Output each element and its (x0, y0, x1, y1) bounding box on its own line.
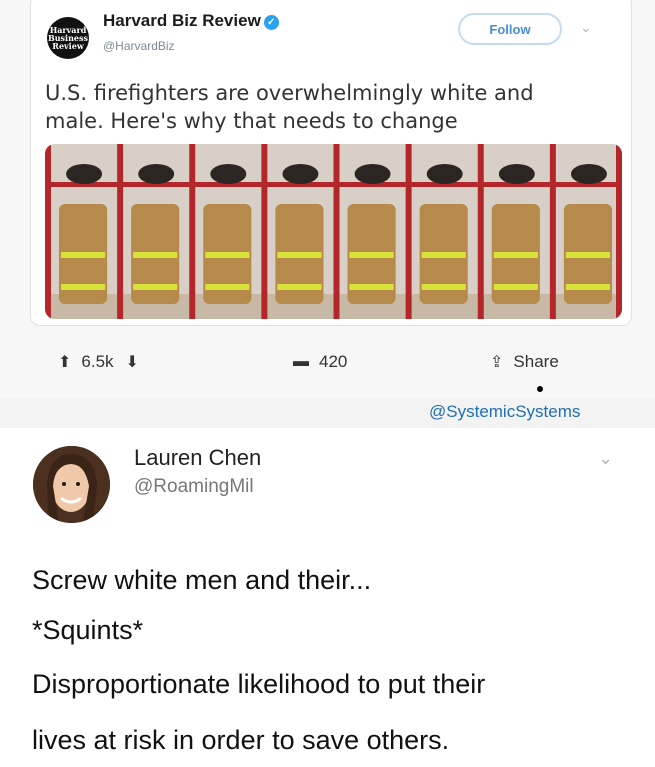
reddit-post: Harvard Business Review Harvard Biz Revi… (0, 0, 655, 421)
verified-badge-icon: ✓ (263, 15, 279, 30)
helmet (498, 164, 535, 184)
locker-post (616, 144, 622, 319)
comment-count: 420 (319, 352, 348, 371)
helmet (570, 164, 607, 184)
vote-count: 6.5k (81, 352, 114, 371)
reflective-stripe (493, 252, 538, 258)
reflective-stripe (493, 284, 538, 290)
avatar[interactable] (33, 446, 110, 523)
locker-post (189, 144, 196, 319)
reflective-stripe (133, 252, 178, 258)
account-handle: @HarvardBiz (103, 39, 175, 53)
helmet (66, 164, 103, 184)
reflective-stripe (349, 252, 394, 258)
embedded-tweet-card: Harvard Business Review Harvard Biz Revi… (30, 0, 632, 326)
lockers-illustration (45, 144, 622, 319)
follow-button[interactable]: Follow (458, 13, 562, 45)
downvote-arrow-icon[interactable]: ⬇ (126, 352, 139, 372)
locker-post (333, 144, 340, 319)
reflective-stripe (277, 284, 322, 290)
locker-post (477, 144, 484, 319)
reflective-stripe (565, 252, 610, 258)
reflective-stripe (205, 284, 250, 290)
helmet (354, 164, 391, 184)
avatar-image (33, 446, 110, 523)
tweet-line: *Squints* (32, 615, 144, 645)
author-handle: @RoamingMil (134, 476, 254, 497)
reflective-stripe (61, 284, 106, 290)
locker-post (45, 144, 51, 319)
author-name: Lauren Chen (134, 445, 262, 470)
reflective-stripe (61, 252, 106, 258)
helmet (138, 164, 175, 184)
reflective-stripe (565, 284, 610, 290)
comments-button[interactable]: ▬ 420 (293, 352, 347, 372)
reflective-stripe (349, 284, 394, 290)
tweet-line: Screw white men and their... (32, 565, 372, 595)
watermark: @SystemicSystems (429, 402, 581, 421)
locker-post (549, 144, 556, 319)
reflective-stripe (205, 252, 250, 258)
reflective-stripe (421, 284, 466, 290)
chevron-down-icon[interactable]: ⌄ (580, 19, 592, 36)
separator-dot (537, 386, 543, 392)
share-icon: ⇪ (490, 354, 504, 371)
tweet-line: lives at risk in order to save others. (32, 725, 450, 755)
reflective-stripe (421, 252, 466, 258)
vote-controls: ⬆ 6.5k ⬇ (58, 352, 149, 372)
reflective-stripe (277, 252, 322, 258)
reflective-stripe (133, 284, 178, 290)
locker-post (117, 144, 124, 319)
share-button[interactable]: ⇪ Share (490, 352, 559, 372)
comment-bubble-icon: ▬ (293, 353, 309, 370)
locker-post (405, 144, 412, 319)
post-actions: ⬆ 6.5k ⬇ ▬ 420 ⇪ Share (0, 352, 655, 386)
tweet: Lauren Chen @RoamingMil ⌄ Screw white me… (0, 428, 655, 767)
account-name: Harvard Biz Review ✓ (103, 11, 279, 31)
helmet (282, 164, 319, 184)
hbr-logo: Harvard Business Review (47, 17, 89, 59)
firefighter-lockers-image[interactable] (45, 144, 622, 319)
upvote-arrow-icon[interactable]: ⬆ (58, 352, 71, 372)
helmet (210, 164, 247, 184)
tweet-text: U.S. firefighters are overwhelmingly whi… (45, 81, 534, 133)
locker-post (261, 144, 268, 319)
chevron-down-icon[interactable]: ⌄ (598, 448, 613, 469)
tweet-line: Disproportionate likelihood to put their (32, 669, 486, 699)
helmet (426, 164, 463, 184)
